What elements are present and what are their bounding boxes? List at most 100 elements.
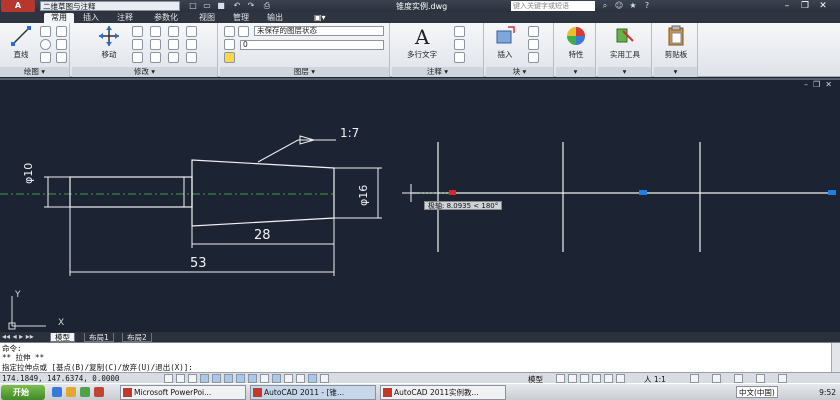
save-icon[interactable]: ■	[216, 1, 226, 11]
quicklaunch-media-icon[interactable]	[94, 387, 104, 397]
quick-view-drawings[interactable]	[568, 374, 577, 383]
showmotion-icon[interactable]	[616, 374, 625, 383]
quicklaunch-folder-icon[interactable]	[66, 387, 76, 397]
lineweight-toggle[interactable]	[284, 374, 293, 383]
hardware-accel-icon[interactable]	[734, 374, 743, 383]
star-icon[interactable]: ★	[628, 1, 638, 11]
taskbar-item-autocad-1[interactable]: AutoCAD 2011 - [锥...	[250, 385, 376, 400]
circle-icon[interactable]	[40, 39, 51, 50]
lightbulb-icon[interactable]	[224, 52, 235, 63]
fillet-icon[interactable]	[168, 39, 179, 50]
minimize-button[interactable]: –	[780, 0, 794, 12]
create-block-icon[interactable]	[528, 26, 539, 37]
current-layer-dropdown[interactable]: 0	[240, 40, 384, 50]
selection-cycling-toggle[interactable]	[320, 374, 329, 383]
draw-panel-label[interactable]: 绘图 ▾	[0, 67, 69, 77]
erase-icon[interactable]	[168, 26, 179, 37]
copy-icon[interactable]	[132, 39, 143, 50]
tab-view[interactable]: 视图	[194, 13, 220, 23]
grip-end[interactable]	[828, 190, 836, 195]
mtext-button[interactable]: A 多行文字	[400, 25, 444, 65]
trim-icon[interactable]	[150, 26, 161, 37]
grip-mid[interactable]	[639, 190, 647, 195]
osnap-toggle[interactable]	[224, 374, 233, 383]
tab-manage[interactable]: 管理	[228, 13, 254, 23]
hatch-icon[interactable]	[56, 39, 67, 50]
annotation-panel-label[interactable]: 注释 ▾	[392, 67, 483, 77]
undo-icon[interactable]: ↶	[232, 1, 242, 11]
start-button[interactable]: 开始	[1, 385, 45, 400]
ellipse-icon[interactable]	[56, 52, 67, 63]
quick-properties-toggle[interactable]	[308, 374, 317, 383]
tab-output[interactable]: 输出	[262, 13, 288, 23]
leader-icon[interactable]	[454, 39, 465, 50]
print-icon[interactable]: ⎙	[262, 1, 272, 11]
workspace-switch-icon[interactable]	[690, 374, 699, 383]
transparency-toggle[interactable]	[296, 374, 305, 383]
steering-wheel-icon[interactable]	[604, 374, 613, 383]
tab-model[interactable]: 模型	[50, 333, 75, 342]
viewport-controls[interactable]: – ❐ ✕	[804, 80, 832, 89]
mirror-icon[interactable]	[150, 39, 161, 50]
ducs-toggle[interactable]	[260, 374, 269, 383]
taskbar-item-autocad-2[interactable]: AutoCAD 2011实例教...	[380, 385, 506, 400]
quicklaunch-app-icon[interactable]	[80, 387, 90, 397]
properties-panel-expander[interactable]: ▾	[556, 67, 595, 77]
explode-icon[interactable]	[186, 26, 197, 37]
insert-block-button[interactable]: 插入	[486, 25, 524, 65]
tab-insert[interactable]: 插入	[78, 13, 104, 23]
quicklaunch-ie-icon[interactable]	[52, 387, 62, 397]
drawing-canvas[interactable]: 1:7 φ10 φ16 28 53 Y X	[0, 78, 840, 332]
application-menu-button[interactable]: A	[1, 0, 35, 12]
lock-icon[interactable]	[712, 374, 721, 383]
otrack-toggle[interactable]	[248, 374, 257, 383]
tab-layout1[interactable]: 布局1	[84, 333, 114, 342]
modify-panel-label[interactable]: 修改 ▾	[72, 67, 217, 77]
tab-nav-arrows[interactable]: ◂◂ ◂ ▸ ▸▸	[2, 332, 34, 341]
language-indicator[interactable]: 中文(中国)	[736, 386, 778, 398]
layer-freeze-icon[interactable]	[224, 39, 235, 50]
utilities-panel-expander[interactable]: ▾	[598, 67, 651, 77]
stretch-icon[interactable]	[132, 52, 143, 63]
rotate-icon[interactable]	[132, 26, 143, 37]
isolate-objects-icon[interactable]	[756, 374, 765, 383]
tab-layout2[interactable]: 布局2	[122, 333, 152, 342]
properties-button[interactable]: 特性	[557, 25, 595, 65]
clean-screen-icon[interactable]	[778, 374, 787, 383]
close-button[interactable]: ✕	[816, 0, 830, 12]
snap-toggle[interactable]	[176, 374, 185, 383]
search-input[interactable]: 键入关键字或短语	[511, 1, 595, 11]
block-panel-label[interactable]: 块 ▾	[486, 67, 553, 77]
ortho-toggle[interactable]	[200, 374, 209, 383]
polar-toggle[interactable]	[212, 374, 221, 383]
table-icon[interactable]	[454, 52, 465, 63]
workspace-dropdown[interactable]: 二维草图与注释	[40, 1, 180, 11]
linear-dim-icon[interactable]	[454, 26, 465, 37]
move-button[interactable]: 移动	[90, 25, 128, 65]
search-icon[interactable]: ⌕	[600, 1, 610, 11]
clipboard-panel-expander[interactable]: ▾	[654, 67, 697, 77]
tab-annotate[interactable]: 注释	[112, 13, 138, 23]
layer-state-dropdown[interactable]: 未保存的图层状态	[254, 26, 384, 36]
3dosnap-toggle[interactable]	[236, 374, 245, 383]
layer-match-icon[interactable]	[238, 26, 249, 37]
tab-parametric[interactable]: 参数化	[146, 13, 186, 23]
dyn-toggle[interactable]	[272, 374, 281, 383]
array-icon[interactable]	[168, 52, 179, 63]
restore-button[interactable]: ❐	[798, 0, 812, 12]
user-icon[interactable]: ☺	[614, 1, 624, 11]
tab-home[interactable]: 常用	[44, 13, 74, 23]
scale-icon[interactable]	[150, 52, 161, 63]
infer-constraints-toggle[interactable]	[164, 374, 173, 383]
help-icon[interactable]: ?	[642, 1, 652, 11]
utilities-button[interactable]: 实用工具	[602, 25, 648, 65]
rectangle-icon[interactable]	[56, 26, 67, 37]
clock[interactable]: 9:52	[819, 385, 836, 400]
zoom-icon[interactable]	[592, 374, 601, 383]
edit-block-icon[interactable]	[528, 39, 539, 50]
layers-panel-label[interactable]: 图层 ▾	[220, 67, 389, 77]
grid-toggle[interactable]	[188, 374, 197, 383]
quick-view-layouts[interactable]	[556, 374, 565, 383]
offset-icon[interactable]	[186, 39, 197, 50]
edit-attributes-icon[interactable]	[528, 52, 539, 63]
